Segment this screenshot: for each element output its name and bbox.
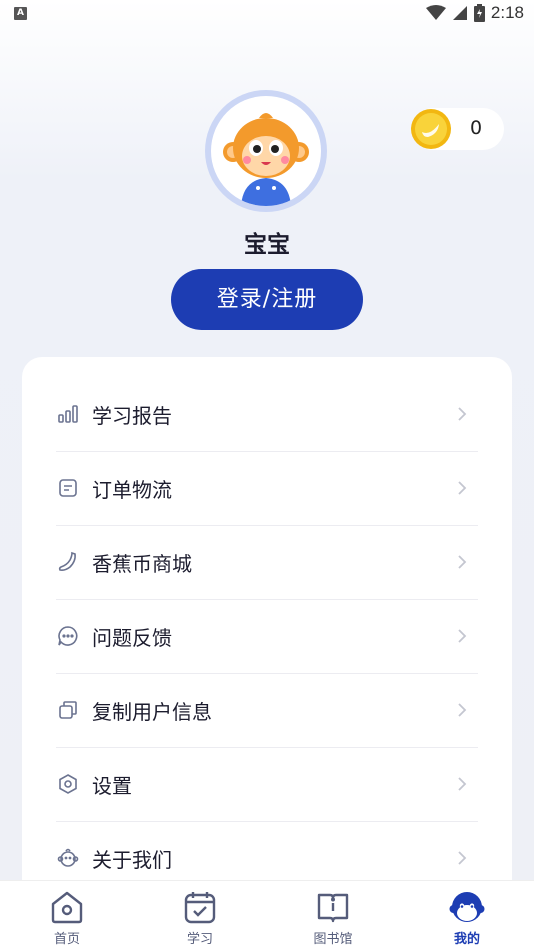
tab-home[interactable]: 首页 <box>0 881 134 951</box>
copy-icon <box>56 698 80 722</box>
calendar-check-icon <box>184 892 216 924</box>
signal-icon <box>452 6 467 20</box>
tab-mine[interactable]: 我的 <box>400 881 534 951</box>
menu-item-study-report[interactable]: 学习报告 <box>56 377 478 452</box>
menu-item-label: 香蕉币商城 <box>92 551 192 576</box>
book-info-icon <box>317 893 349 923</box>
tab-label: 我的 <box>453 932 480 947</box>
chat-bubble-icon <box>56 624 80 648</box>
home-icon <box>51 891 83 924</box>
menu-item-label: 关于我们 <box>92 847 172 872</box>
chevron-right-icon <box>458 555 467 569</box>
chevron-right-icon <box>458 703 467 717</box>
status-bar: A 2:18 <box>0 0 534 28</box>
tab-library[interactable]: 图书馆 <box>266 881 400 951</box>
battery-icon <box>473 4 485 22</box>
menu-item-feedback[interactable]: 问题反馈 <box>56 599 478 674</box>
chevron-right-icon <box>458 481 467 495</box>
login-register-button[interactable]: 登录/注册 <box>171 269 363 330</box>
hexagon-settings-icon <box>56 772 80 796</box>
tab-study[interactable]: 学习 <box>133 881 267 951</box>
menu-item-orders[interactable]: 订单物流 <box>56 451 478 526</box>
menu-item-label: 复制用户信息 <box>92 699 212 724</box>
tab-label: 学习 <box>186 932 213 947</box>
tab-label: 首页 <box>53 932 80 947</box>
chevron-right-icon <box>458 777 467 791</box>
coin-count: 0 <box>470 117 483 139</box>
menu-item-label: 订单物流 <box>92 477 172 502</box>
menu-item-settings[interactable]: 设置 <box>56 747 478 822</box>
avatar[interactable] <box>205 90 327 212</box>
notification-icon: A <box>14 7 27 20</box>
status-indicators: 2:18 <box>425 3 524 23</box>
bottom-tab-bar: 首页 学习 图书馆 我的 <box>0 880 534 951</box>
chevron-right-icon <box>458 851 467 865</box>
monkey-avatar-icon <box>211 96 321 206</box>
banana-coin-icon <box>411 109 451 149</box>
menu-card: 学习报告 订单物流 香蕉币商城 问题反馈 复制用户信息 设置 关于我们 <box>22 357 512 917</box>
chevron-right-icon <box>458 629 467 643</box>
menu-item-copy-user-info[interactable]: 复制用户信息 <box>56 673 478 748</box>
chevron-right-icon <box>458 407 467 421</box>
bar-chart-icon <box>56 402 80 426</box>
menu-item-banana-store[interactable]: 香蕉币商城 <box>56 525 478 600</box>
wifi-icon <box>425 5 446 20</box>
banana-icon <box>56 550 80 574</box>
monkey-face-icon <box>56 846 80 870</box>
username: 宝宝 <box>244 232 290 258</box>
menu-item-label: 学习报告 <box>92 403 172 428</box>
clock: 2:18 <box>490 3 524 22</box>
menu-item-label: 设置 <box>92 773 132 798</box>
coin-balance[interactable]: 0 <box>411 108 504 150</box>
tab-label: 图书馆 <box>313 932 353 947</box>
menu-item-label: 问题反馈 <box>92 625 172 650</box>
order-list-icon <box>56 476 80 500</box>
monkey-profile-icon <box>449 892 485 922</box>
